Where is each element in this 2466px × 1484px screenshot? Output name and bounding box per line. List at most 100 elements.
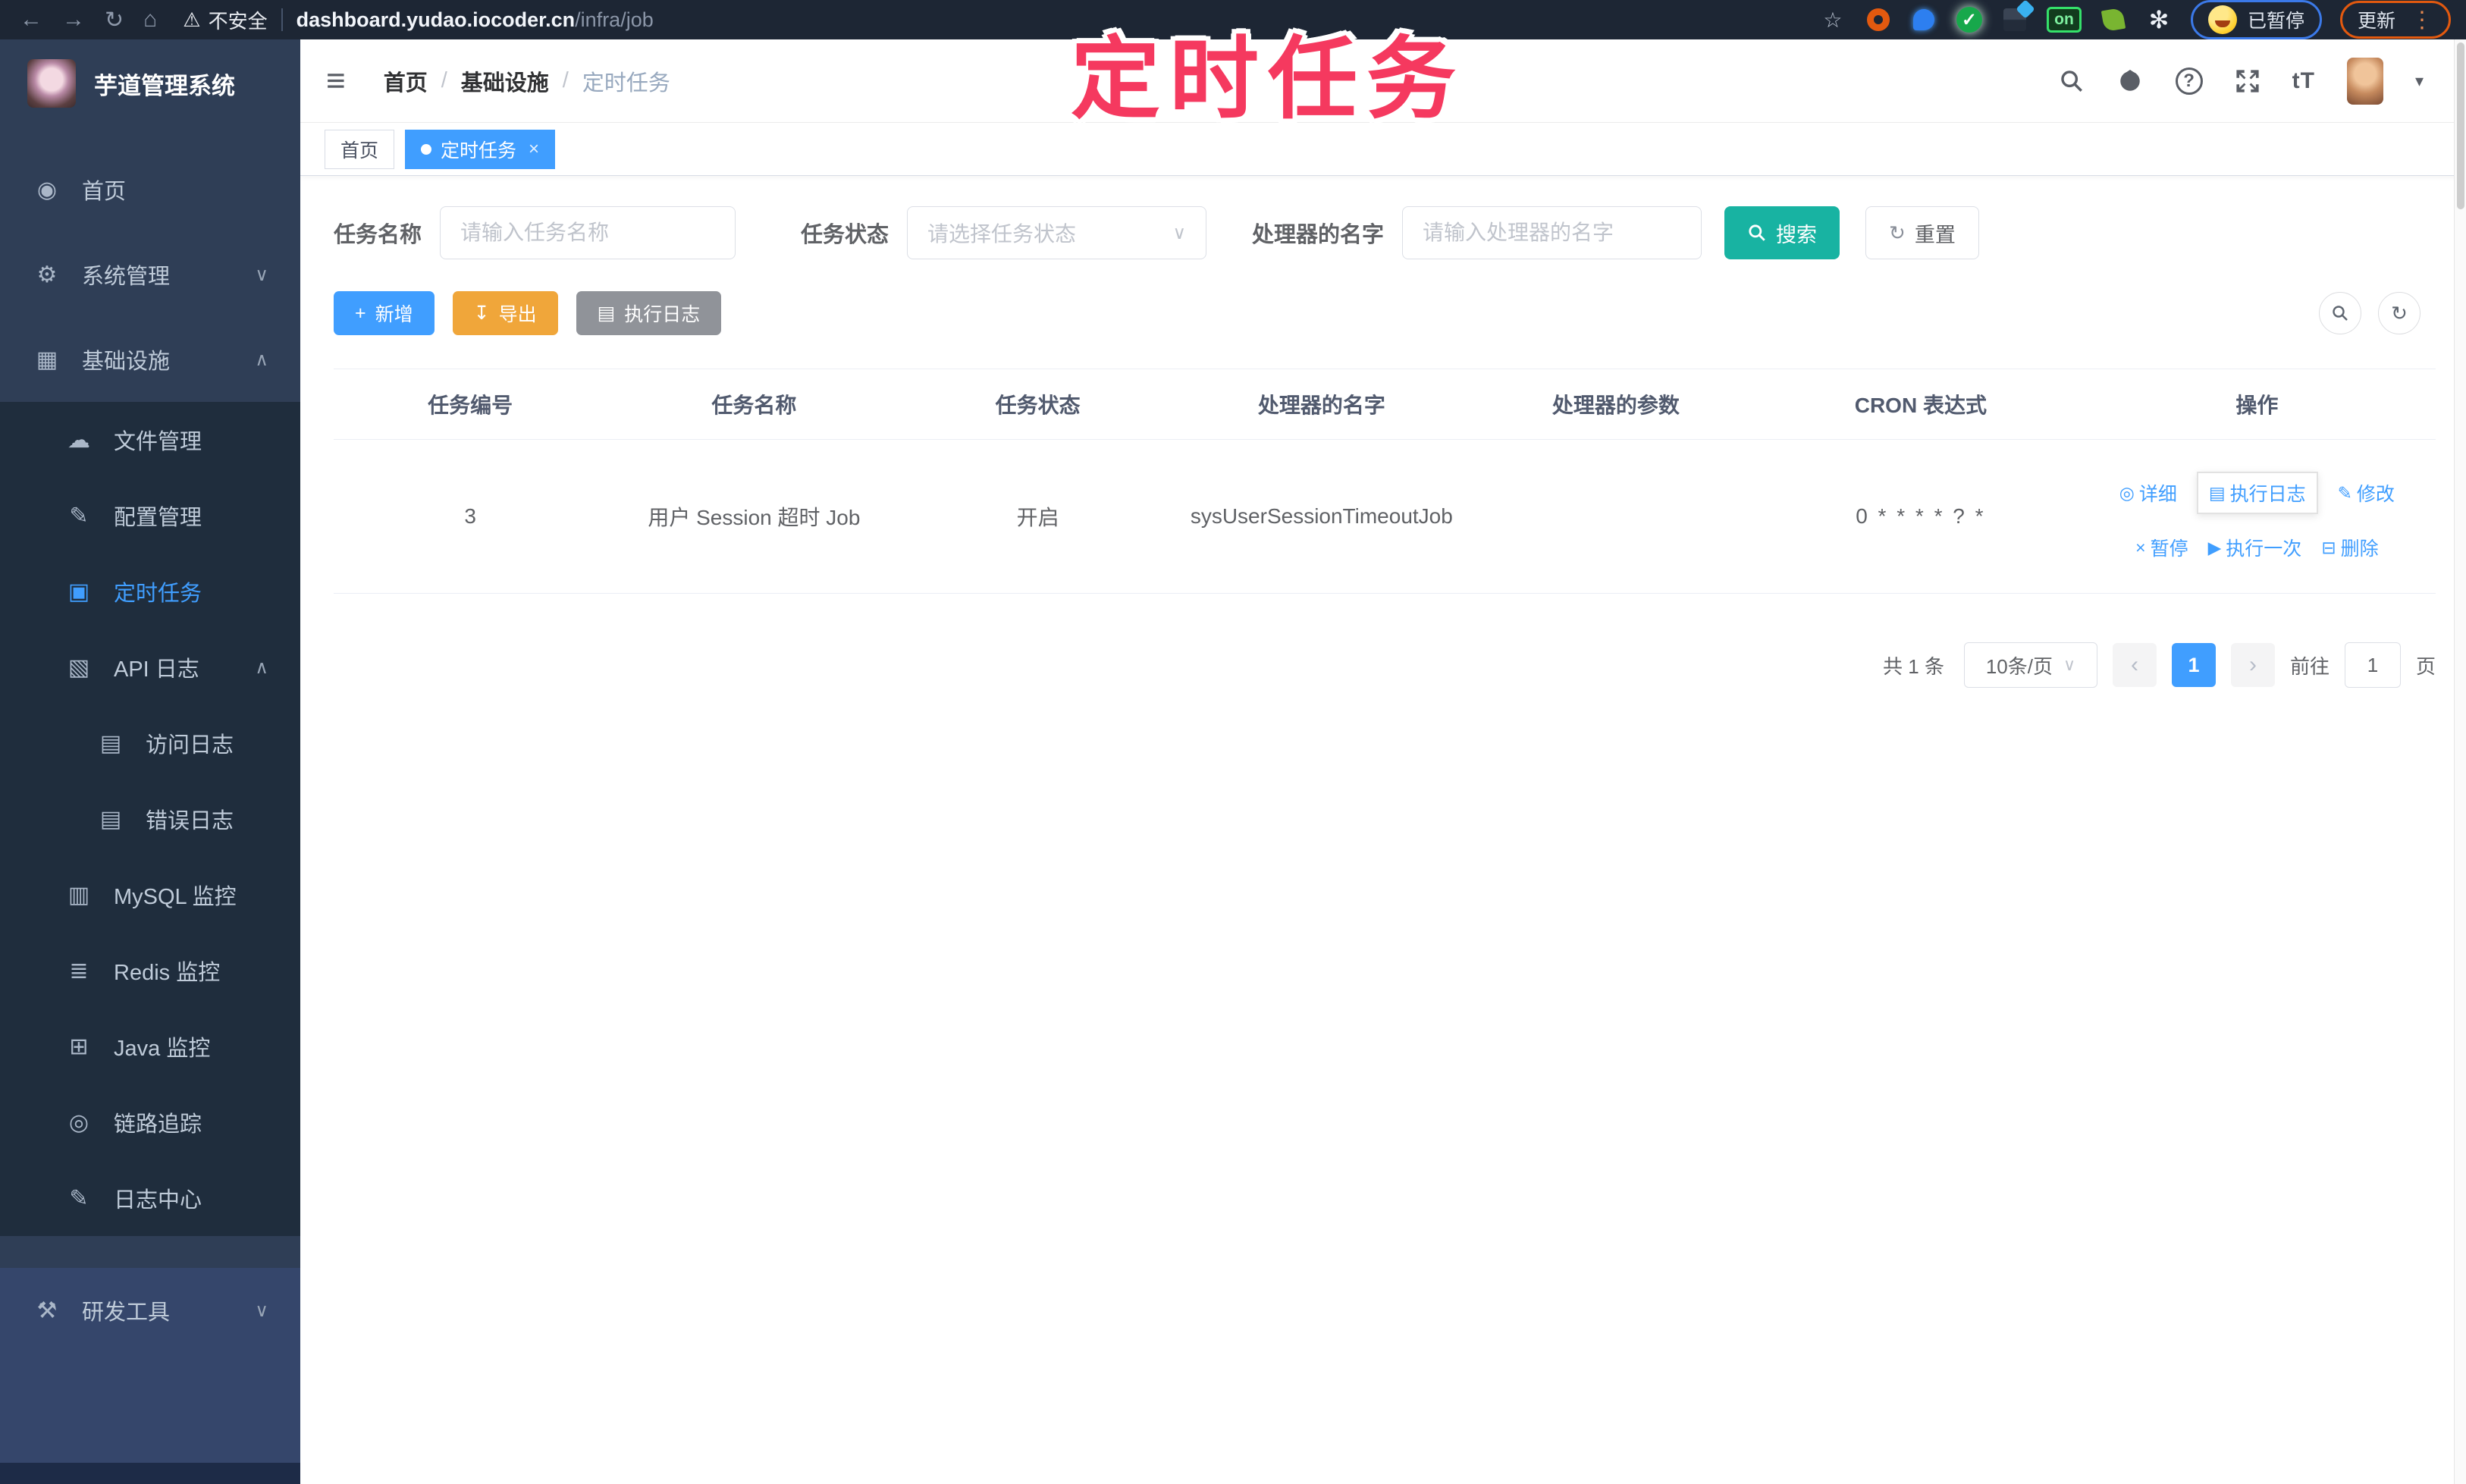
app-logo-row[interactable]: 芋道管理系统 [0,39,300,127]
refresh-icon: ↻ [1889,221,1906,244]
breadcrumb-current: 定时任务 [582,71,670,96]
security-indicator[interactable]: ⚠ 不安全 [183,6,267,34]
refresh-table-button[interactable]: ↻ [2378,292,2421,334]
sidebar-item-label: Java 监控 [114,1037,211,1061]
pagination-total: 共 1 条 [1883,654,1944,678]
doc-icon: ▤ [99,806,122,832]
github-icon[interactable] [2116,67,2144,95]
col-actions: 操作 [2078,369,2436,440]
sidebar: 芋道管理系统 ◉ 首页 ⚙ 系统管理 ∨ ▦ 基础设施 ∧ ☁ 文件管理 ✎ 配… [0,39,300,1484]
header-actions: ? tT ▾ [2059,57,2424,105]
sidebar-item-java-monitor[interactable]: ⊞ Java 监控 [0,1009,300,1084]
help-icon[interactable]: ? [2175,67,2203,95]
sidebar-item-redis-monitor[interactable]: ≣ Redis 监控 [0,933,300,1009]
sidebar-item-label: 日志中心 [114,1188,202,1213]
extension-drop-icon[interactable] [1910,6,1937,33]
sidebar-item-home[interactable]: ◉ 首页 [0,147,300,232]
col-job-name: 任务名称 [607,369,902,440]
breadcrumb-infra[interactable]: 基础设施 [461,65,549,97]
cell-handler-param [1468,439,1763,594]
sidebar-item-trace[interactable]: ◎ 链路追踪 [0,1084,300,1160]
close-icon[interactable]: × [529,139,539,160]
sidebar-item-error-log[interactable]: ▤ 错误日志 [0,781,300,857]
browser-forward-icon[interactable]: → [62,7,85,33]
col-job-status: 任务状态 [901,369,1175,440]
export-button[interactable]: ↧ 导出 [452,291,558,335]
export-button-label: 导出 [498,304,537,325]
chevron-up-icon: ∧ [255,657,268,678]
next-page-button[interactable]: › [2230,643,2275,687]
tab-label: 首页 [340,140,379,162]
delete-link[interactable]: ⊟ 删除 [2321,534,2378,561]
page-1-button[interactable]: 1 [2171,643,2216,687]
sidebar-item-label: 配置管理 [114,506,202,530]
detail-link[interactable]: ◎ 详细 [2119,479,2177,507]
filter-form: 任务名称 任务状态 请选择任务状态 ∨ 处理器的名字 搜索 ↻ 重置 [334,206,2436,259]
app-header: ≡ 首页 / 基础设施 / 定时任务 ? tT ▾ [300,39,2466,123]
browser-back-icon[interactable]: ← [20,7,42,33]
sidebar-item-file-manage[interactable]: ☁ 文件管理 [0,402,300,478]
address-bar[interactable]: dashboard.yudao.iocoder.cn/infra/job [296,8,654,32]
tab-home[interactable]: 首页 [325,129,395,169]
job-status-label: 任务状态 [801,223,889,247]
pause-link[interactable]: × 暂停 [2135,534,2188,561]
toggle-search-button[interactable] [2319,292,2361,334]
font-size-icon[interactable]: tT [2292,68,2315,94]
gear-icon: ⚙ [36,262,58,287]
scrollbar-thumb[interactable] [2456,42,2464,209]
api-log-icon: ▧ [67,654,90,680]
extension-flower-icon[interactable]: ✻ [2145,6,2173,33]
user-avatar[interactable] [2346,57,2383,105]
job-name-input[interactable] [440,206,736,259]
goto-page-input[interactable] [2344,642,2401,688]
col-cron: CRON 表达式 [1762,369,2079,440]
sidebar-item-system[interactable]: ⚙ 系统管理 ∨ [0,232,300,317]
reset-button-label: 重置 [1914,223,1956,246]
exec-log-link[interactable]: ▤ 执行日志 [2196,472,2318,514]
sidebar-item-infra[interactable]: ▦ 基础设施 ∧ [0,317,300,402]
extension-check-icon[interactable]: ✓ [1956,6,1983,33]
avatar-caret-icon[interactable]: ▾ [2415,71,2424,91]
profile-paused-pill[interactable]: 已暂停 [2190,0,2322,39]
prev-page-button[interactable]: ‹ [2112,643,2157,687]
extension-on-badge[interactable]: on [2046,7,2082,33]
tab-scheduled-jobs[interactable]: 定时任务 × [405,129,556,169]
breadcrumb-home[interactable]: 首页 [384,65,428,97]
handler-name-input[interactable] [1402,206,1702,259]
sidebar-item-dev-tools[interactable]: ⚒ 研发工具 ∨ [0,1268,300,1353]
trace-icon: ◎ [68,1109,89,1135]
run-once-link[interactable]: ▶ 执行一次 [2208,534,2302,561]
sidebar-item-log-center[interactable]: ✎ 日志中心 [0,1160,300,1236]
edit-icon: ✎ [69,503,89,529]
breadcrumb-separator: / [441,68,447,93]
sidebar-item-mysql-monitor[interactable]: ▥ MySQL 监控 [0,857,300,933]
page-scrollbar[interactable] [2454,39,2466,1484]
sidebar-item-config-manage[interactable]: ✎ 配置管理 [0,478,300,554]
exec-log-button[interactable]: ▤ 执行日志 [576,291,722,335]
bookmark-star-icon[interactable]: ☆ [1819,6,1846,33]
job-status-select[interactable]: 请选择任务状态 ∨ [907,206,1207,259]
add-button[interactable]: + 新增 [334,291,435,335]
reset-button[interactable]: ↻ 重置 [1865,206,1979,259]
sidebar-lower-area: ⚒ 研发工具 ∨ [0,1268,300,1484]
browser-menu-icon[interactable]: ⋮ [2411,7,2433,33]
browser-extensions-area: ☆ ✓ on ✻ 已暂停 更新 ⋮ [1819,0,2451,39]
modify-link[interactable]: ✎ 修改 [2338,479,2395,507]
cell-handler-name: sysUserSessionTimeoutJob [1174,439,1469,594]
browser-update-button[interactable]: 更新 ⋮ [2339,1,2451,39]
fullscreen-icon[interactable] [2235,68,2260,94]
hamburger-icon[interactable]: ≡ [326,64,346,98]
browser-reload-icon[interactable]: ↻ [105,7,124,33]
sidebar-item-scheduled-jobs[interactable]: ▣ 定时任务 [0,554,300,629]
browser-home-icon[interactable]: ⌂ [143,7,157,33]
page-size-select[interactable]: 10条/页 ∨ [1963,642,2097,688]
extension-leaf-icon[interactable] [2100,6,2127,33]
extension-donut-icon[interactable] [1865,6,1892,33]
search-button[interactable]: 搜索 [1724,206,1840,259]
job-name-label: 任务名称 [334,223,422,247]
sidebar-item-api-log[interactable]: ▧ API 日志 ∧ [0,629,300,705]
trash-icon: ⊟ [2321,537,2336,557]
extension-grid-icon[interactable] [2001,6,2028,33]
sidebar-item-access-log[interactable]: ▤ 访问日志 [0,705,300,781]
search-icon[interactable] [2059,68,2085,94]
